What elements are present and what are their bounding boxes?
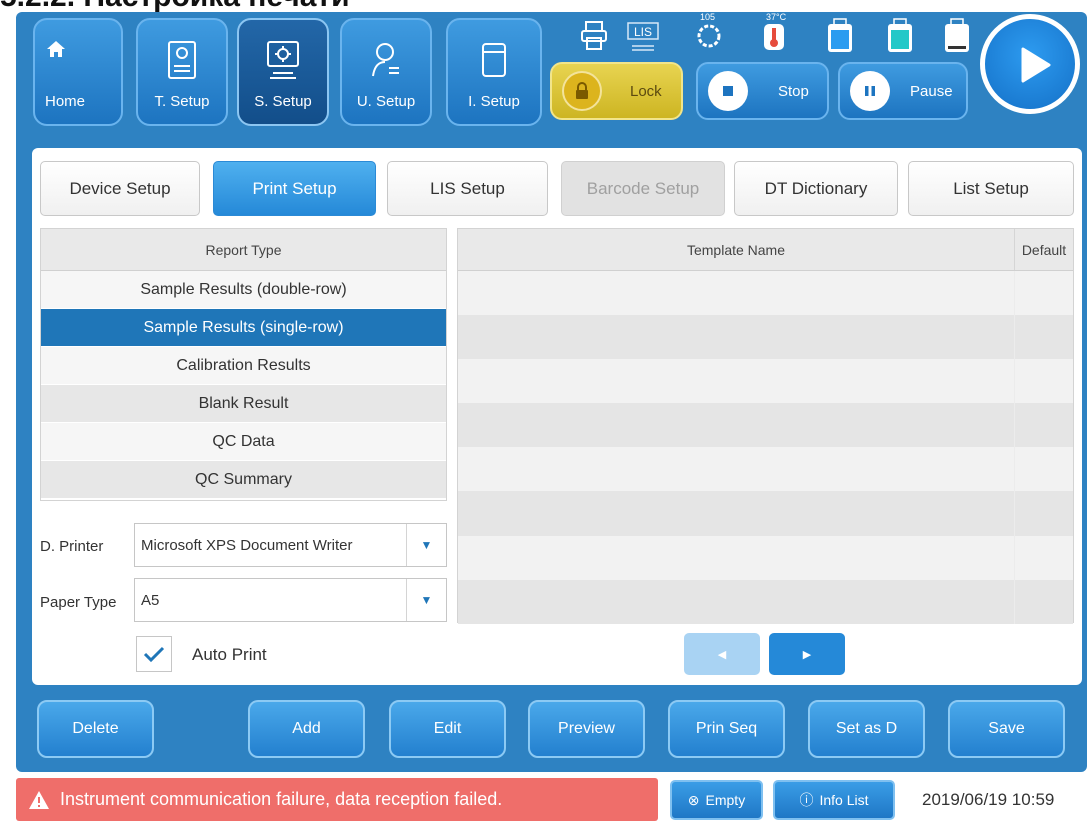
empty-label: Empty bbox=[705, 792, 746, 808]
report-type-table: Report Type Sample Results (double-row) … bbox=[40, 228, 447, 501]
auto-print-label: Auto Print bbox=[192, 645, 267, 664]
t-setup-label: T. Setup bbox=[154, 93, 210, 110]
paper-type-select[interactable]: A5 ▼ bbox=[134, 578, 447, 622]
counter-value: 105 bbox=[700, 12, 716, 22]
alarm-message: Instrument communication failure, data r… bbox=[60, 789, 503, 809]
s-setup-label: S. Setup bbox=[254, 93, 312, 110]
home-button[interactable]: Home bbox=[33, 18, 123, 126]
list-item[interactable]: QC Summary bbox=[41, 461, 446, 499]
paper-type-value: A5 bbox=[141, 591, 160, 609]
set-default-button[interactable]: Set as D bbox=[808, 700, 925, 758]
instrument-setup-icon bbox=[480, 40, 508, 85]
prev-page-button[interactable]: ◀ bbox=[684, 633, 760, 675]
paper-type-label: Paper Type bbox=[40, 594, 117, 611]
delete-button[interactable]: Delete bbox=[37, 700, 154, 758]
save-button[interactable]: Save bbox=[948, 700, 1065, 758]
print-setup-panel: Device Setup Print Setup LIS Setup Barco… bbox=[32, 148, 1082, 685]
reagent-gear-icon[interactable] bbox=[695, 22, 723, 55]
template-name-header: Template Name bbox=[458, 229, 1015, 270]
lock-icon bbox=[562, 71, 602, 111]
thermometer-icon[interactable] bbox=[762, 22, 786, 57]
printer-label: D. Printer bbox=[40, 538, 104, 555]
list-item-selected[interactable]: Sample Results (single-row) bbox=[41, 309, 446, 347]
home-label: Home bbox=[45, 93, 86, 110]
lock-label: Lock bbox=[630, 82, 662, 100]
tab-device-setup[interactable]: Device Setup bbox=[40, 161, 200, 216]
warning-icon bbox=[29, 790, 49, 809]
printer-icon[interactable] bbox=[580, 20, 608, 57]
tab-lis-setup[interactable]: LIS Setup bbox=[387, 161, 548, 216]
s-setup-button[interactable]: S. Setup bbox=[237, 18, 329, 126]
table-row[interactable] bbox=[458, 315, 1073, 360]
chevron-down-icon: ▼ bbox=[406, 579, 446, 621]
preview-button[interactable]: Preview bbox=[528, 700, 645, 758]
t-setup-button[interactable]: T. Setup bbox=[136, 18, 228, 126]
add-button[interactable]: Add bbox=[248, 700, 365, 758]
next-page-button[interactable]: ▶ bbox=[769, 633, 845, 675]
user-setup-icon bbox=[371, 40, 401, 85]
stop-button[interactable]: Stop bbox=[696, 62, 829, 120]
list-item[interactable]: Sample Results (double-row) bbox=[41, 271, 446, 309]
edit-button[interactable]: Edit bbox=[389, 700, 506, 758]
info-list-label: Info List bbox=[819, 792, 869, 808]
template-table-header: Template Name Default bbox=[458, 229, 1073, 271]
tab-list-setup[interactable]: List Setup bbox=[908, 161, 1074, 216]
table-row[interactable] bbox=[458, 491, 1073, 536]
list-item[interactable]: QC Data bbox=[41, 423, 446, 461]
pause-icon bbox=[850, 71, 890, 111]
clear-circle-icon: ⊗ bbox=[687, 791, 700, 808]
alarm-banner[interactable]: Instrument communication failure, data r… bbox=[16, 778, 658, 821]
lis-icon[interactable]: LIS bbox=[626, 22, 660, 59]
tab-print-setup[interactable]: Print Setup bbox=[213, 161, 376, 216]
pause-button[interactable]: Pause bbox=[838, 62, 968, 120]
table-row[interactable] bbox=[458, 403, 1073, 448]
checkmark-icon bbox=[143, 646, 165, 663]
info-list-button[interactable]: ⓘ Info List bbox=[773, 780, 895, 820]
table-row[interactable] bbox=[458, 271, 1073, 316]
test-setup-icon bbox=[167, 40, 197, 85]
list-item[interactable]: Blank Result bbox=[41, 385, 446, 423]
lock-button[interactable]: Lock bbox=[550, 62, 683, 120]
chevron-down-icon: ▼ bbox=[406, 524, 446, 566]
i-setup-label: I. Setup bbox=[468, 93, 520, 110]
system-setup-icon bbox=[265, 40, 301, 85]
info-icon: ⓘ bbox=[799, 792, 814, 808]
print-sequence-button[interactable]: Prin Seq bbox=[668, 700, 785, 758]
u-setup-label: U. Setup bbox=[356, 93, 416, 110]
play-icon bbox=[1021, 47, 1051, 83]
report-type-header: Report Type bbox=[41, 229, 446, 271]
printer-value: Microsoft XPS Document Writer bbox=[141, 536, 353, 554]
table-row[interactable] bbox=[458, 535, 1073, 580]
template-table: Template Name Default bbox=[457, 228, 1074, 624]
arrow-left-icon: ◀ bbox=[717, 648, 727, 661]
table-row[interactable] bbox=[458, 447, 1073, 492]
empty-button[interactable]: ⊗ Empty bbox=[670, 780, 763, 820]
temperature-value: 37°C bbox=[766, 12, 787, 22]
waste-bottle-icon[interactable] bbox=[826, 18, 854, 59]
list-item[interactable]: Calibration Results bbox=[41, 347, 446, 385]
arrow-right-icon: ▶ bbox=[802, 648, 812, 661]
auto-print-checkbox[interactable] bbox=[136, 636, 172, 672]
stop-icon bbox=[708, 71, 748, 111]
u-setup-button[interactable]: U. Setup bbox=[340, 18, 432, 126]
home-icon bbox=[45, 38, 67, 65]
printer-select[interactable]: Microsoft XPS Document Writer ▼ bbox=[134, 523, 447, 567]
tab-barcode-setup: Barcode Setup bbox=[561, 161, 725, 216]
svg-text:LIS: LIS bbox=[634, 25, 652, 39]
i-setup-button[interactable]: I. Setup bbox=[446, 18, 542, 126]
pause-label: Pause bbox=[910, 82, 953, 100]
start-button[interactable] bbox=[980, 14, 1080, 114]
table-row[interactable] bbox=[458, 579, 1073, 624]
tab-dt-dictionary[interactable]: DT Dictionary bbox=[734, 161, 898, 216]
empty-bottle-icon[interactable] bbox=[943, 18, 971, 59]
diluent-bottle-icon[interactable] bbox=[886, 18, 914, 59]
stop-label: Stop bbox=[778, 82, 809, 100]
table-row[interactable] bbox=[458, 359, 1073, 404]
datetime: 2019/06/19 10:59 bbox=[922, 790, 1055, 809]
default-header: Default bbox=[1021, 241, 1067, 258]
